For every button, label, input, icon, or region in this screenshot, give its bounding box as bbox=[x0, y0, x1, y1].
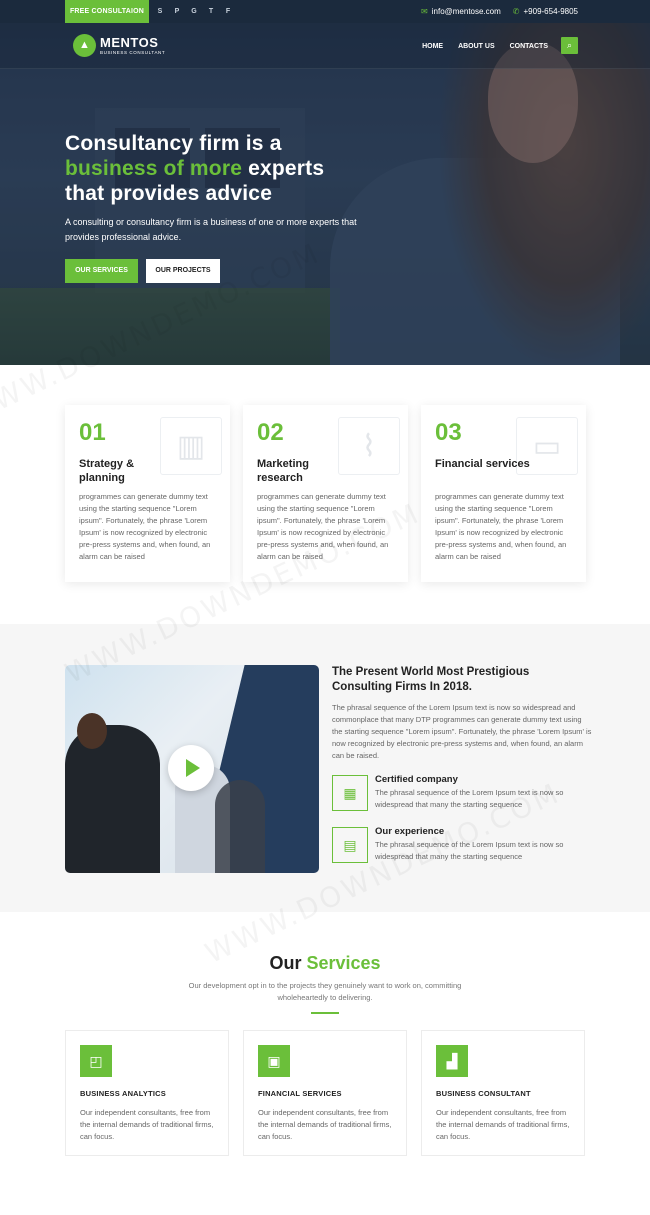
hero-title-line2: business of more experts bbox=[65, 156, 324, 181]
skype-icon[interactable]: S bbox=[156, 8, 164, 15]
twitter-icon[interactable]: T bbox=[207, 8, 215, 15]
about-title: The Present World Most Prestigious Consu… bbox=[332, 666, 530, 693]
service-card[interactable]: ◰ BUSINESS ANALYTICS Our independent con… bbox=[65, 1030, 229, 1156]
feature-text: programmes can generate dummy text using… bbox=[257, 492, 389, 561]
certificate-icon: ▦ bbox=[332, 775, 368, 811]
about-feature-text: The phrasal sequence of the Lorem Ipsum … bbox=[375, 840, 564, 861]
social-links: S P G T F bbox=[156, 0, 232, 23]
service-title: FINANCIAL SERVICES bbox=[258, 1089, 342, 1098]
services-divider bbox=[311, 1012, 339, 1014]
service-card[interactable]: ▣ FINANCIAL SERVICES Our independent con… bbox=[243, 1030, 407, 1156]
chart-icon: ▲ bbox=[73, 34, 96, 57]
about-feature: ▤ Our experience The phrasal sequence of… bbox=[332, 826, 592, 865]
service-text: Our independent consultants, free from t… bbox=[436, 1108, 570, 1141]
service-title: BUSINESS ANALYTICS bbox=[80, 1089, 166, 1098]
our-services-button[interactable]: OUR SERVICES bbox=[65, 259, 138, 283]
search-icon: ⌕ bbox=[566, 40, 573, 50]
nav-menu: HOME ABOUT US CONTACTS bbox=[422, 23, 548, 69]
logo-tagline: BUSINESS CONSULTANT bbox=[100, 49, 166, 55]
about-feature: ▦ Certified company The phrasal sequence… bbox=[332, 774, 592, 813]
services-subtitle: Our development opt in to the projects t… bbox=[188, 981, 462, 1002]
feature-card: ▥ 01 Strategy & planning programmes can … bbox=[65, 405, 230, 582]
email-contact[interactable]: ✉ info@mentose.com bbox=[421, 7, 501, 16]
feature-card: ▭ 03 Financial services programmes can g… bbox=[421, 405, 586, 582]
contact-info: ✉ info@mentose.com ✆ +909-654-9805 bbox=[421, 0, 578, 23]
our-projects-button[interactable]: OUR PROJECTS bbox=[146, 259, 220, 283]
logo-name: MENTOS bbox=[100, 34, 159, 50]
services-heading-a: Our bbox=[269, 953, 307, 973]
phone-icon: ✆ bbox=[512, 7, 520, 16]
hero-title-line1: Consultancy firm is a bbox=[65, 132, 282, 155]
feature-text: programmes can generate dummy text using… bbox=[79, 492, 211, 561]
service-text: Our independent consultants, free from t… bbox=[80, 1108, 214, 1141]
about-text: The phrasal sequence of the Lorem Ipsum … bbox=[332, 703, 592, 760]
feature-title: Marketing research bbox=[257, 458, 309, 484]
feature-text: programmes can generate dummy text using… bbox=[435, 492, 567, 561]
feature-number: 03 bbox=[435, 419, 462, 446]
feature-title: Financial services bbox=[435, 458, 530, 470]
feature-card: ⌇ 02 Marketing research programmes can g… bbox=[243, 405, 408, 582]
hero-title: Consultancy firm is a business of more e… bbox=[65, 131, 324, 206]
main-nav: ▲ MENTOS BUSINESS CONSULTANT HOME ABOUT … bbox=[0, 23, 650, 69]
service-text: Our independent consultants, free from t… bbox=[258, 1108, 392, 1141]
services-heading: Our Services bbox=[0, 953, 650, 974]
google-icon[interactable]: G bbox=[190, 8, 198, 15]
image-person-head bbox=[77, 713, 107, 749]
nav-item-contacts[interactable]: CONTACTS bbox=[510, 43, 548, 50]
facebook-icon[interactable]: F bbox=[224, 8, 232, 15]
service-title: BUSINESS CONSULTANT bbox=[436, 1089, 531, 1098]
phone-contact[interactable]: ✆ +909-654-9805 bbox=[513, 7, 578, 16]
hero-subtitle: A consulting or consultancy firm is a bu… bbox=[65, 217, 357, 242]
service-card[interactable]: ▟ BUSINESS CONSULTANT Our independent co… bbox=[421, 1030, 585, 1156]
free-consultation-button[interactable]: FREE CONSULTAION bbox=[65, 0, 149, 23]
hero-title-rest: experts bbox=[242, 157, 325, 180]
feature-title: Strategy & planning bbox=[79, 458, 135, 484]
play-button[interactable] bbox=[168, 745, 214, 791]
about-feature-text: The phrasal sequence of the Lorem Ipsum … bbox=[375, 788, 564, 809]
play-icon bbox=[186, 759, 200, 777]
image-person bbox=[215, 780, 265, 873]
feature-number: 02 bbox=[257, 419, 284, 446]
pinterest-icon[interactable]: P bbox=[173, 8, 181, 15]
image-person bbox=[65, 725, 160, 873]
presentation-icon: ◰ bbox=[80, 1045, 112, 1077]
envelope-icon: ✉ bbox=[421, 7, 428, 16]
about-feature-title: Our experience bbox=[375, 826, 445, 837]
email-text: info@mentose.com bbox=[431, 7, 501, 16]
logo[interactable]: ▲ MENTOS BUSINESS CONSULTANT bbox=[73, 34, 165, 57]
newspaper-icon: ▤ bbox=[332, 827, 368, 863]
nav-item-home[interactable]: HOME bbox=[422, 43, 443, 50]
services-heading-b: Services bbox=[306, 953, 381, 973]
about-feature-title: Certified company bbox=[375, 774, 458, 785]
hero-title-line3: that provides advice bbox=[65, 182, 273, 205]
nav-item-about[interactable]: ABOUT US bbox=[458, 43, 495, 50]
phone-text: +909-654-9805 bbox=[523, 7, 579, 16]
search-button[interactable]: ⌕ bbox=[561, 37, 578, 54]
hero-title-highlight: business of more bbox=[65, 157, 243, 180]
growth-chart-icon: ▟ bbox=[436, 1045, 468, 1077]
cash-icon: ▣ bbox=[258, 1045, 290, 1077]
feature-number: 01 bbox=[79, 419, 106, 446]
top-bar: FREE CONSULTAION S P G T F ✉ info@mentose… bbox=[0, 0, 650, 23]
